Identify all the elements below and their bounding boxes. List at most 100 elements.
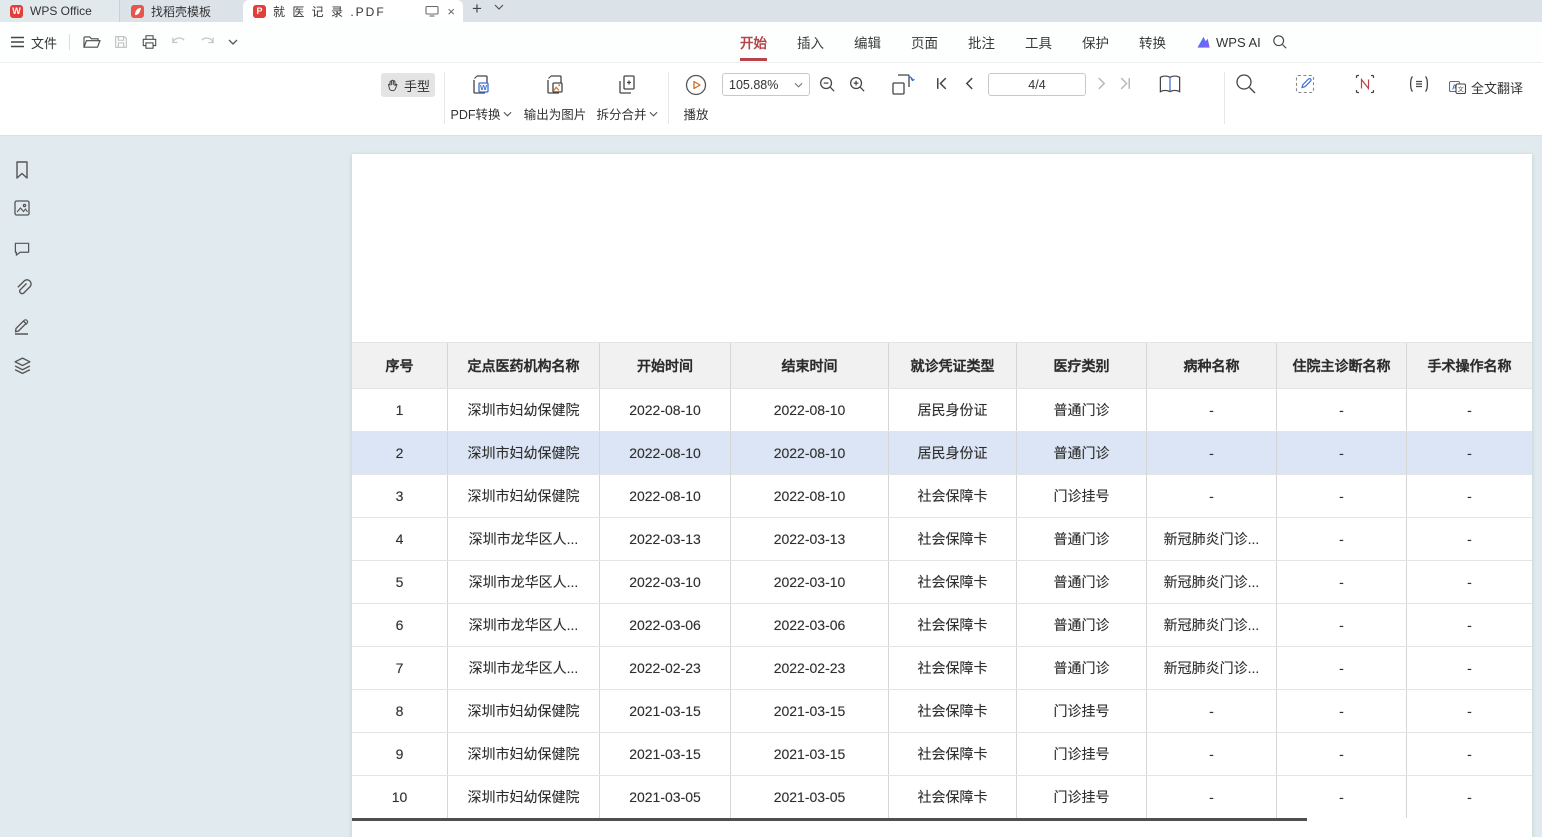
pdf-convert-label: PDF转换: [450, 104, 500, 123]
table-header-cell: 定点医药机构名称: [448, 343, 600, 388]
chevron-down-icon: [794, 82, 803, 88]
table-cell: 普通门诊: [1017, 604, 1147, 646]
tab-list-chevron-icon[interactable]: [494, 4, 504, 10]
menu-search-icon[interactable]: [1272, 34, 1288, 50]
more-actions-chevron-icon[interactable]: [228, 39, 238, 45]
table-cell: 社会保障卡: [889, 475, 1017, 517]
table-cell: -: [1277, 604, 1407, 646]
table-cell: -: [1277, 518, 1407, 560]
menu-tab-tools[interactable]: 工具: [1025, 32, 1052, 52]
wps-logo-icon: W: [10, 5, 23, 18]
table-cell: -: [1147, 733, 1277, 775]
find-replace-icon[interactable]: [1234, 72, 1258, 96]
play-icon: [684, 73, 708, 97]
zoom-level-select[interactable]: 105.88%: [722, 73, 810, 96]
save-icon[interactable]: [113, 34, 129, 50]
split-merge-button[interactable]: 拆分合并: [592, 71, 662, 127]
menu-row: 文件 开始 插入 编辑 页面 批: [0, 22, 1542, 62]
table-cell: 2022-08-10: [600, 389, 731, 431]
menu-tab-convert[interactable]: 转换: [1139, 32, 1166, 52]
page-indicator-input[interactable]: 4/4: [988, 73, 1086, 96]
table-cell: 居民身份证: [889, 389, 1017, 431]
compress-icon[interactable]: [1407, 72, 1431, 96]
table-cell: 新冠肺炎门诊...: [1147, 561, 1277, 603]
table-cell: 2021-03-15: [600, 690, 731, 732]
pdf-page[interactable]: 序号定点医药机构名称开始时间结束时间就诊凭证类型医疗类别病种名称住院主诊断名称手…: [352, 154, 1532, 837]
pdf-convert-icon: W: [469, 73, 493, 97]
menu-tab-home[interactable]: 开始: [740, 32, 767, 52]
export-image-label: 输出为图片: [524, 104, 587, 123]
main-menu: 开始 插入 编辑 页面 批注 工具 保护 转换: [740, 22, 1196, 62]
menu-tab-page[interactable]: 页面: [911, 32, 938, 52]
screenshot-compare-icon[interactable]: [1353, 72, 1377, 96]
print-icon[interactable]: [141, 34, 158, 50]
export-image-button[interactable]: 输出为图片: [516, 71, 594, 127]
table-cell: 深圳市龙华区人...: [448, 604, 600, 646]
tab-medical-record-pdf[interactable]: P 就 医 记 录 .PDF ×: [243, 0, 463, 22]
table-cell: 居民身份证: [889, 432, 1017, 474]
table-header-cell: 医疗类别: [1017, 343, 1147, 388]
table-header-cell: 结束时间: [731, 343, 889, 388]
full-translate-icon: A 文: [1449, 79, 1466, 95]
table-cell: 普通门诊: [1017, 518, 1147, 560]
menu-tab-protect[interactable]: 保护: [1082, 32, 1109, 52]
zoom-out-icon[interactable]: [818, 75, 837, 94]
table-cell: -: [1277, 475, 1407, 517]
hand-tool-button[interactable]: 手型: [381, 73, 435, 97]
table-cell: 3: [352, 475, 448, 517]
rotate-document-icon[interactable]: [888, 71, 916, 99]
wps-ai-button[interactable]: WPS AI: [1196, 22, 1261, 62]
thumbnails-icon[interactable]: [13, 199, 31, 217]
table-cell: 社会保障卡: [889, 690, 1017, 732]
tab-docer-templates[interactable]: 找稻壳模板: [121, 0, 243, 22]
menu-tab-edit[interactable]: 编辑: [854, 32, 881, 52]
table-cell: 深圳市龙华区人...: [448, 518, 600, 560]
previous-page-icon[interactable]: [962, 76, 977, 91]
split-merge-label: 拆分合并: [596, 104, 646, 123]
table-cell: -: [1407, 604, 1532, 646]
attachments-icon[interactable]: [13, 278, 32, 297]
edit-content-icon[interactable]: [1293, 72, 1317, 96]
table-cell: 10: [352, 776, 448, 818]
table-cell: 门诊挂号: [1017, 690, 1147, 732]
monitor-icon[interactable]: [425, 5, 439, 17]
redo-icon[interactable]: [199, 35, 216, 49]
table-cell: 5: [352, 561, 448, 603]
table-cell: 2021-03-05: [731, 776, 889, 818]
table-cell: 2021-03-15: [731, 690, 889, 732]
hand-tool-label: 手型: [404, 76, 430, 95]
tab-label: 就 医 记 录 .PDF: [273, 3, 386, 20]
table-cell: 深圳市龙华区人...: [448, 647, 600, 689]
table-cell: 社会保障卡: [889, 518, 1017, 560]
read-mode-book-icon[interactable]: [1157, 72, 1183, 97]
table-cell: 2: [352, 432, 448, 474]
menu-tab-insert[interactable]: 插入: [797, 32, 824, 52]
comments-icon[interactable]: [13, 240, 31, 257]
play-button[interactable]: 播放: [680, 71, 712, 127]
table-body: 1深圳市妇幼保健院2022-08-102022-08-10居民身份证普通门诊--…: [352, 388, 1532, 818]
open-file-icon[interactable]: [82, 35, 101, 50]
bookmarks-icon[interactable]: [13, 160, 31, 180]
tab-wps-office[interactable]: W WPS Office: [0, 0, 120, 22]
next-page-icon[interactable]: [1094, 76, 1109, 91]
table-cell: 2022-03-06: [731, 604, 889, 646]
signature-icon[interactable]: [13, 316, 32, 335]
table-row: 10深圳市妇幼保健院2021-03-052021-03-05社会保障卡门诊挂号-…: [352, 775, 1532, 818]
last-page-icon[interactable]: [1118, 76, 1133, 91]
file-menu-button[interactable]: 文件: [10, 33, 57, 52]
undo-icon[interactable]: [170, 35, 187, 49]
table-cell: 深圳市妇幼保健院: [448, 776, 600, 818]
full-translate-button[interactable]: A 文 全文翻译: [1444, 75, 1528, 99]
tab-label: WPS Office: [30, 4, 92, 18]
new-tab-button[interactable]: +: [472, 0, 482, 19]
close-tab-icon[interactable]: ×: [447, 5, 455, 18]
table-header-cell: 就诊凭证类型: [889, 343, 1017, 388]
table-cell: 社会保障卡: [889, 561, 1017, 603]
zoom-in-icon[interactable]: [848, 75, 867, 94]
table-row: 2深圳市妇幼保健院2022-08-102022-08-10居民身份证普通门诊--…: [352, 431, 1532, 474]
menu-tab-comment[interactable]: 批注: [968, 32, 995, 52]
table-cell: -: [1407, 690, 1532, 732]
first-page-icon[interactable]: [934, 76, 949, 91]
layers-icon[interactable]: [13, 356, 32, 375]
pdf-convert-button[interactable]: W PDF转换: [448, 71, 514, 127]
